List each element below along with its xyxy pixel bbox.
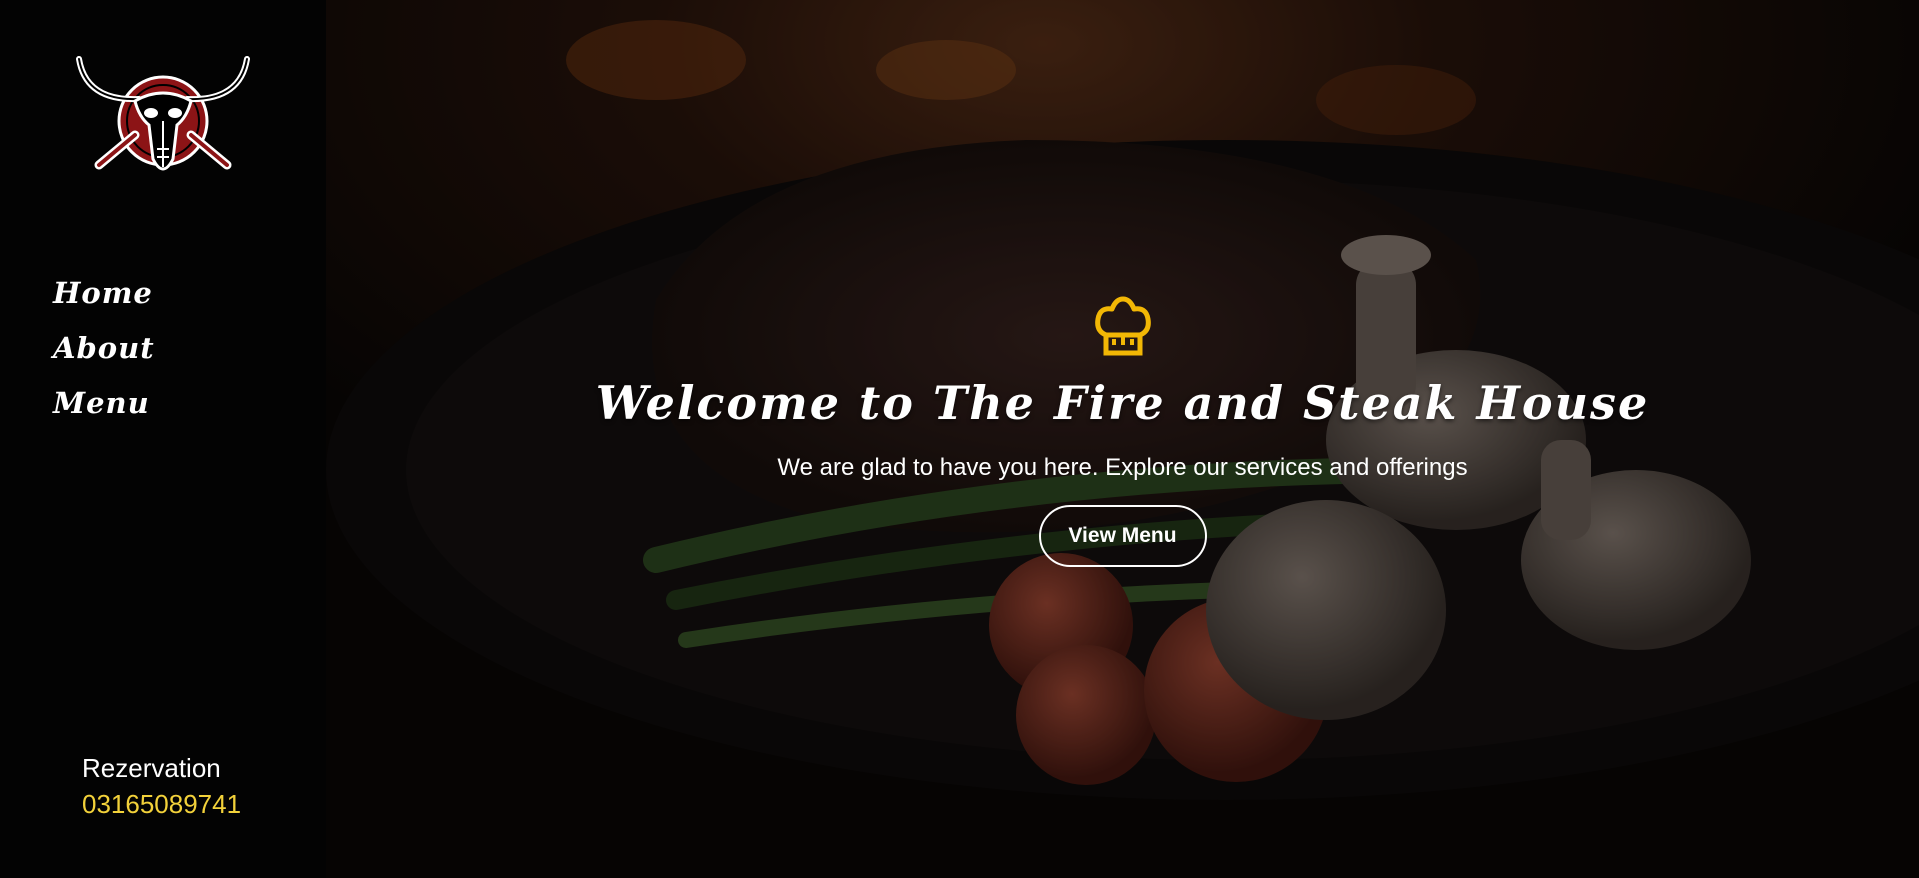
nav-item-home[interactable]: Home <box>53 272 155 315</box>
chef-hat-icon <box>1094 296 1151 356</box>
page: Home About Menu Rezervation 03165089741 <box>0 0 1919 878</box>
hero-section: Welcome to The Fire and Steak House We a… <box>326 0 1919 878</box>
hero-title: Welcome to The Fire and Steak House <box>595 376 1650 430</box>
main-nav: Home About Menu <box>53 272 155 425</box>
reservation-phone-link[interactable]: 03165089741 <box>82 785 241 823</box>
hero-subtitle: We are glad to have you here. Explore ou… <box>777 454 1468 481</box>
reservation-label: Rezervation <box>82 753 221 783</box>
nav-item-menu[interactable]: Menu <box>53 382 155 425</box>
sidebar: Home About Menu Rezervation 03165089741 <box>0 0 326 878</box>
nav-item-about[interactable]: About <box>53 327 155 370</box>
bull-skull-logo-icon[interactable] <box>75 55 251 181</box>
hero-content: Welcome to The Fire and Steak House We a… <box>326 295 1919 567</box>
view-menu-button[interactable]: View Menu <box>1038 505 1207 567</box>
reservation-block: Rezervation 03165089741 <box>82 751 241 823</box>
